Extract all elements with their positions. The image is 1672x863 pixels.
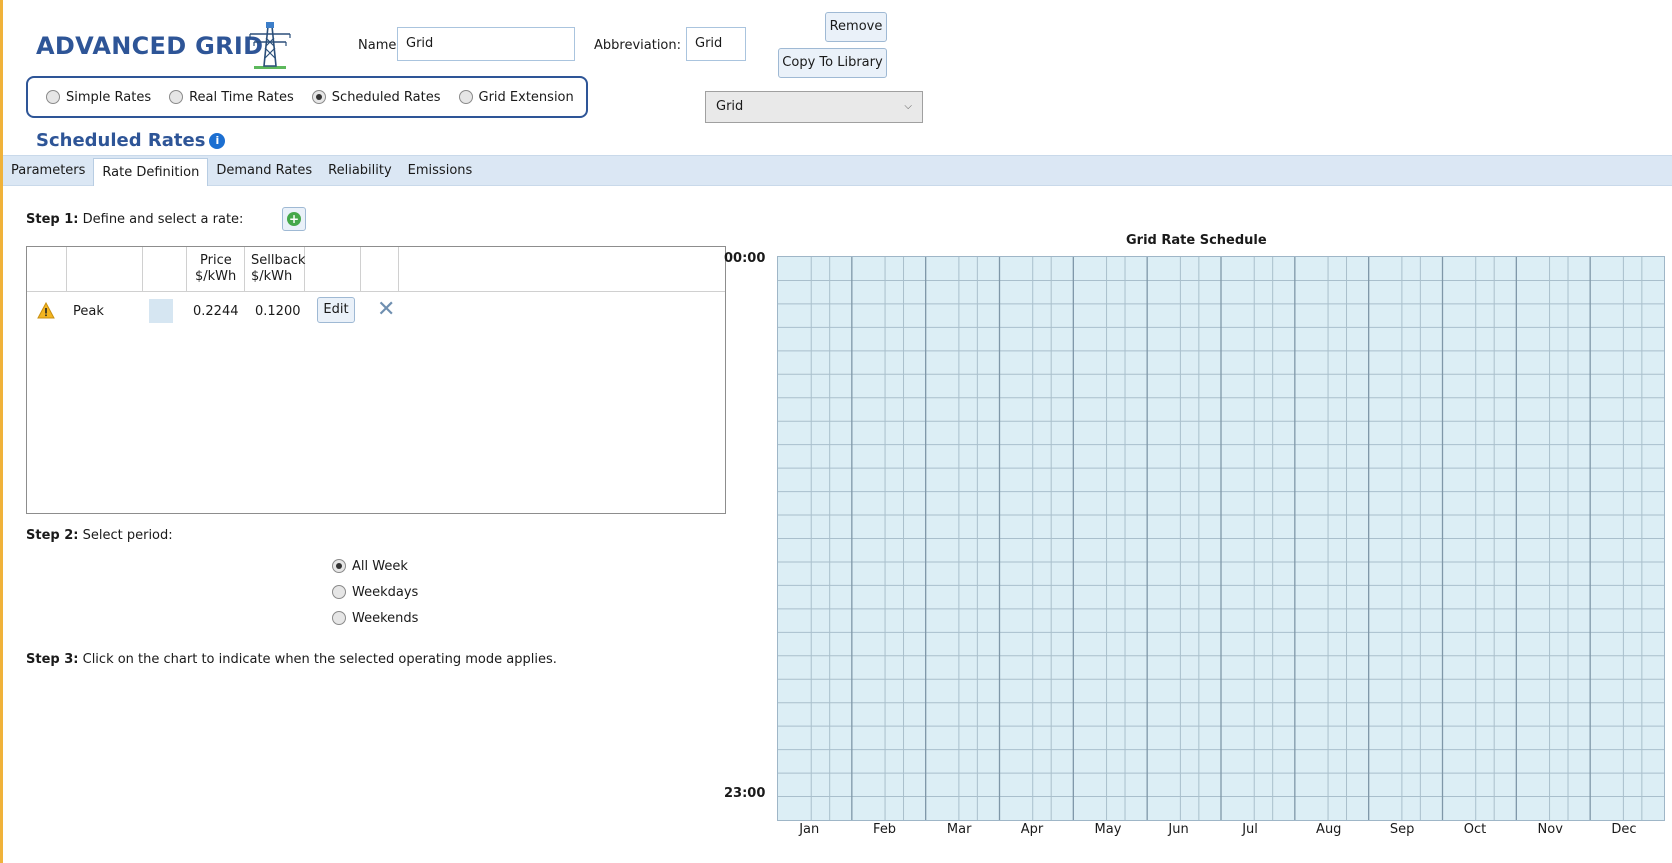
month-label: Aug [1316, 822, 1342, 837]
tab-reliability[interactable]: Reliability [320, 156, 400, 185]
step2-instruction: Step 2: Select period: [26, 528, 173, 543]
radio-selected-icon [311, 90, 326, 104]
rate-price: 0.2244 [193, 304, 239, 319]
abbreviation-label: Abbreviation: [594, 38, 682, 53]
radio-label: Grid Extension [478, 89, 574, 105]
month-label: Apr [1020, 822, 1044, 837]
table-header-icon [27, 247, 67, 291]
library-select[interactable]: Grid ⌵ [705, 91, 923, 123]
table-header-divider [27, 291, 725, 292]
table-header-name [67, 247, 143, 291]
section-title: Scheduled Rates i [36, 130, 226, 151]
step3-label: Step 3: [26, 652, 79, 667]
radio-selected-icon [332, 559, 346, 573]
rate-table: Price $/kWh Sellback $/kWh Peak 0.2244 0… [26, 246, 726, 514]
price-header-label: Price [200, 253, 232, 268]
month-label: Oct [1463, 822, 1487, 837]
table-header-sellback: Sellback $/kWh [245, 247, 305, 291]
sellback-header-unit: $/kWh [251, 269, 293, 284]
power-tower-icon [249, 22, 291, 69]
schedule-title: Grid Rate Schedule [1126, 233, 1267, 248]
rate-sellback: 0.1200 [255, 304, 301, 319]
tab-emissions[interactable]: Emissions [400, 156, 481, 185]
radio-label: All Week [352, 558, 408, 574]
step2-label: Step 2: [26, 528, 79, 543]
month-label: Mar [946, 822, 972, 837]
month-label: Nov [1537, 822, 1563, 837]
month-label: Jan [799, 822, 820, 837]
add-rate-button[interactable]: + [282, 207, 306, 231]
month-label: May [1094, 822, 1122, 837]
step1-text: Define and select a rate: [78, 212, 244, 227]
radio-button-icon [169, 90, 184, 104]
section-title-text: Scheduled Rates [36, 130, 206, 151]
radio-weekdays[interactable]: Weekdays [332, 579, 418, 605]
table-header-delete [361, 247, 399, 291]
step2-text: Select period: [78, 528, 173, 543]
tab-parameters[interactable]: Parameters [3, 156, 93, 185]
window-edge-accent [0, 0, 3, 863]
month-label: Dec [1611, 822, 1637, 837]
tab-rate-definition[interactable]: Rate Definition [93, 157, 209, 186]
radio-weekends[interactable]: Weekends [332, 605, 418, 631]
radio-button-icon [458, 90, 473, 104]
rate-type-selector: Simple Rates Real Time Rates Scheduled R… [26, 76, 588, 118]
rate-schedule-grid[interactable] [777, 256, 1665, 821]
y-axis-top-label: 00:00 [724, 251, 766, 266]
step1-instruction: Step 1: Define and select a rate: [26, 212, 243, 227]
table-header-color [143, 247, 187, 291]
radio-grid-extension[interactable]: Grid Extension [458, 89, 574, 105]
radio-all-week[interactable]: All Week [332, 553, 418, 579]
warning-icon [37, 302, 55, 319]
name-label: Name: [358, 38, 401, 53]
step1-label: Step 1: [26, 212, 79, 227]
table-header-price: Price $/kWh [187, 247, 245, 291]
radio-label: Real Time Rates [189, 89, 294, 105]
delete-icon[interactable]: ✕ [377, 297, 395, 322]
step3-instruction: Step 3: Click on the chart to indicate w… [26, 652, 557, 667]
plus-icon: + [287, 212, 301, 226]
radio-label: Weekends [352, 610, 419, 626]
radio-real-time-rates[interactable]: Real Time Rates [169, 90, 294, 105]
tab-bar: Parameters Rate Definition Demand Rates … [3, 155, 1672, 186]
remove-button[interactable]: Remove [825, 12, 887, 42]
radio-label: Simple Rates [66, 89, 152, 105]
radio-simple-rates[interactable]: Simple Rates [46, 90, 151, 105]
copy-to-library-button[interactable]: Copy To Library [778, 48, 887, 78]
price-header-unit: $/kWh [195, 269, 237, 284]
radio-button-icon [332, 611, 346, 625]
name-input[interactable]: Grid [397, 27, 575, 61]
month-label: Jul [1242, 822, 1258, 837]
edit-button[interactable]: Edit [317, 297, 355, 323]
month-label: Jun [1168, 822, 1189, 837]
month-label: Sep [1389, 822, 1415, 837]
month-label: Feb [873, 822, 897, 837]
abbreviation-input[interactable]: Grid [686, 27, 746, 61]
radio-scheduled-rates[interactable]: Scheduled Rates [311, 89, 441, 105]
step3-text: Click on the chart to indicate when the … [78, 652, 557, 667]
tab-demand-rates[interactable]: Demand Rates [208, 156, 320, 185]
sellback-header-label: Sellback [251, 253, 306, 268]
rate-name: Peak [73, 304, 104, 319]
period-selector: All Week Weekdays Weekends [332, 553, 418, 631]
table-header-edit [305, 247, 361, 291]
info-icon[interactable]: i [209, 133, 226, 149]
library-select-value: Grid [716, 99, 744, 114]
y-axis-bottom-label: 23:00 [724, 786, 766, 801]
rate-color-swatch[interactable] [149, 299, 173, 323]
radio-label: Scheduled Rates [331, 89, 441, 105]
radio-label: Weekdays [352, 584, 419, 600]
radio-button-icon [332, 585, 346, 599]
page-title: ADVANCED GRID [36, 32, 264, 60]
radio-button-icon [46, 90, 60, 104]
chevron-down-icon: ⌵ [904, 101, 912, 112]
schedule-grid-lines [778, 257, 1664, 820]
